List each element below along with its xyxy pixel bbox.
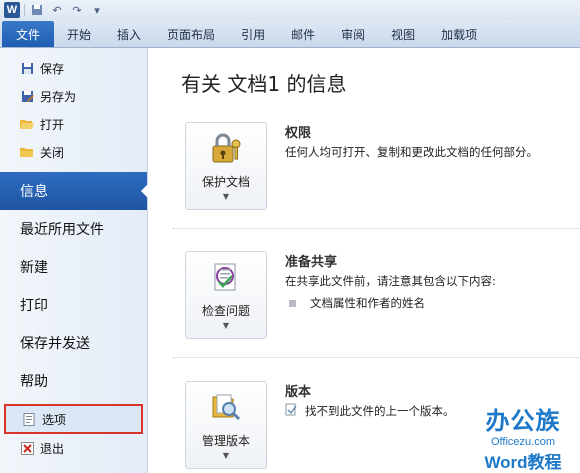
tab-page-layout[interactable]: 页面布局 bbox=[154, 21, 228, 47]
section-desc-prepare: 在共享此文件前，请注意其包含以下内容: bbox=[285, 274, 496, 288]
version-document-icon bbox=[285, 403, 297, 419]
nav-exit-label: 退出 bbox=[40, 441, 65, 456]
info-panel: 有关 文档1 的信息 保护文档 ▼ 权限 任何人均可打开、复制和更改此文档的任何… bbox=[149, 48, 580, 473]
manage-versions-button[interactable]: 管理版本 ▼ bbox=[185, 381, 267, 469]
tab-view[interactable]: 视图 bbox=[378, 21, 428, 47]
tab-add-ins[interactable]: 加载项 bbox=[428, 21, 490, 47]
site-watermark: 办公族 Officezu.com Word教程 bbox=[470, 401, 576, 472]
nav-save-label: 保存 bbox=[40, 61, 65, 76]
protect-document-icon bbox=[208, 131, 244, 167]
nav-tab-save-send[interactable]: 保存并发送 bbox=[0, 324, 147, 362]
section-desc-versions: 找不到此文件的上一个版本。 bbox=[285, 403, 455, 419]
tab-mailings[interactable]: 邮件 bbox=[278, 21, 328, 47]
redo-icon[interactable]: ↷ bbox=[69, 2, 85, 18]
options-icon bbox=[22, 412, 36, 426]
nav-tab-print[interactable]: 打印 bbox=[0, 286, 147, 324]
watermark-title: 办公族 bbox=[485, 408, 561, 435]
customize-icon[interactable]: ▾ bbox=[89, 2, 105, 18]
open-folder-icon bbox=[20, 117, 34, 131]
exit-icon bbox=[20, 441, 34, 455]
manage-versions-label: 管理版本 bbox=[201, 434, 250, 448]
tab-file[interactable]: 文件 bbox=[2, 21, 55, 47]
nav-tab-recent[interactable]: 最近所用文件 bbox=[0, 210, 147, 248]
chevron-down-icon: ▼ bbox=[222, 321, 230, 330]
tab-references[interactable]: 引用 bbox=[228, 21, 278, 47]
tab-insert[interactable]: 插入 bbox=[104, 21, 154, 47]
section-title-versions: 版本 bbox=[285, 385, 312, 400]
close-folder-icon bbox=[20, 145, 34, 159]
nav-close-label: 关闭 bbox=[40, 145, 65, 160]
nav-tab-new[interactable]: 新建 bbox=[0, 248, 147, 286]
section-title-prepare: 准备共享 bbox=[285, 255, 338, 270]
word-app-icon[interactable]: W bbox=[4, 2, 20, 18]
protect-document-label: 保护文档 bbox=[201, 175, 250, 189]
nav-options-label: 选项 bbox=[42, 412, 67, 427]
section-divider bbox=[173, 357, 580, 358]
tab-review[interactable]: 审阅 bbox=[328, 21, 378, 47]
nav-save-as-label: 另存为 bbox=[40, 89, 77, 104]
section-title-permissions: 权限 bbox=[285, 126, 312, 141]
protect-document-button[interactable]: 保护文档 ▼ bbox=[185, 122, 267, 210]
nav-exit[interactable]: 退出 bbox=[0, 434, 147, 462]
save-icon bbox=[20, 61, 34, 75]
nav-open[interactable]: 打开 bbox=[0, 110, 147, 138]
chevron-down-icon: ▼ bbox=[222, 192, 230, 201]
save-as-icon bbox=[20, 89, 34, 103]
list-item-text: 文档属性和作者的姓名 bbox=[310, 296, 425, 310]
backstage-nav: 保存 另存为 打开 关闭 信息 最近所用文件 新建 打印 保存并发送 帮助 选项… bbox=[0, 48, 148, 473]
qat-separator bbox=[24, 4, 25, 16]
check-issues-button[interactable]: 检查问题 ▼ bbox=[185, 251, 267, 339]
check-issues-icon bbox=[208, 260, 244, 296]
bullet-icon bbox=[289, 299, 296, 307]
ribbon-tab-bar: 文件 开始 插入 页面布局 引用 邮件 审阅 视图 加载项 bbox=[0, 20, 580, 48]
watermark-url: Officezu.com bbox=[491, 436, 555, 448]
undo-icon[interactable]: ↶ bbox=[49, 2, 65, 18]
manage-versions-icon bbox=[208, 390, 244, 426]
watermark-subtitle: Word教程 bbox=[484, 453, 562, 472]
nav-save-as[interactable]: 另存为 bbox=[0, 82, 147, 110]
page-title: 有关 文档1 的信息 bbox=[181, 72, 347, 96]
nav-open-label: 打开 bbox=[40, 117, 65, 132]
nav-close[interactable]: 关闭 bbox=[0, 138, 147, 166]
nav-tab-help[interactable]: 帮助 bbox=[0, 362, 147, 400]
save-icon[interactable] bbox=[29, 2, 45, 18]
section-desc-permissions: 任何人均可打开、复制和更改此文档的任何部分。 bbox=[285, 145, 538, 159]
quick-access-toolbar: W ↶ ↷ ▾ bbox=[0, 0, 580, 20]
check-issues-label: 检查问题 bbox=[201, 304, 250, 318]
tab-home[interactable]: 开始 bbox=[54, 21, 104, 47]
nav-tab-info[interactable]: 信息 bbox=[0, 172, 148, 210]
nav-save[interactable]: 保存 bbox=[0, 54, 147, 82]
list-item: 文档属性和作者的姓名 bbox=[285, 295, 425, 311]
section-divider bbox=[173, 228, 580, 229]
chevron-down-icon: ▼ bbox=[222, 451, 230, 460]
nav-options[interactable]: 选项 bbox=[4, 404, 143, 434]
version-status-text: 找不到此文件的上一个版本。 bbox=[305, 404, 455, 418]
